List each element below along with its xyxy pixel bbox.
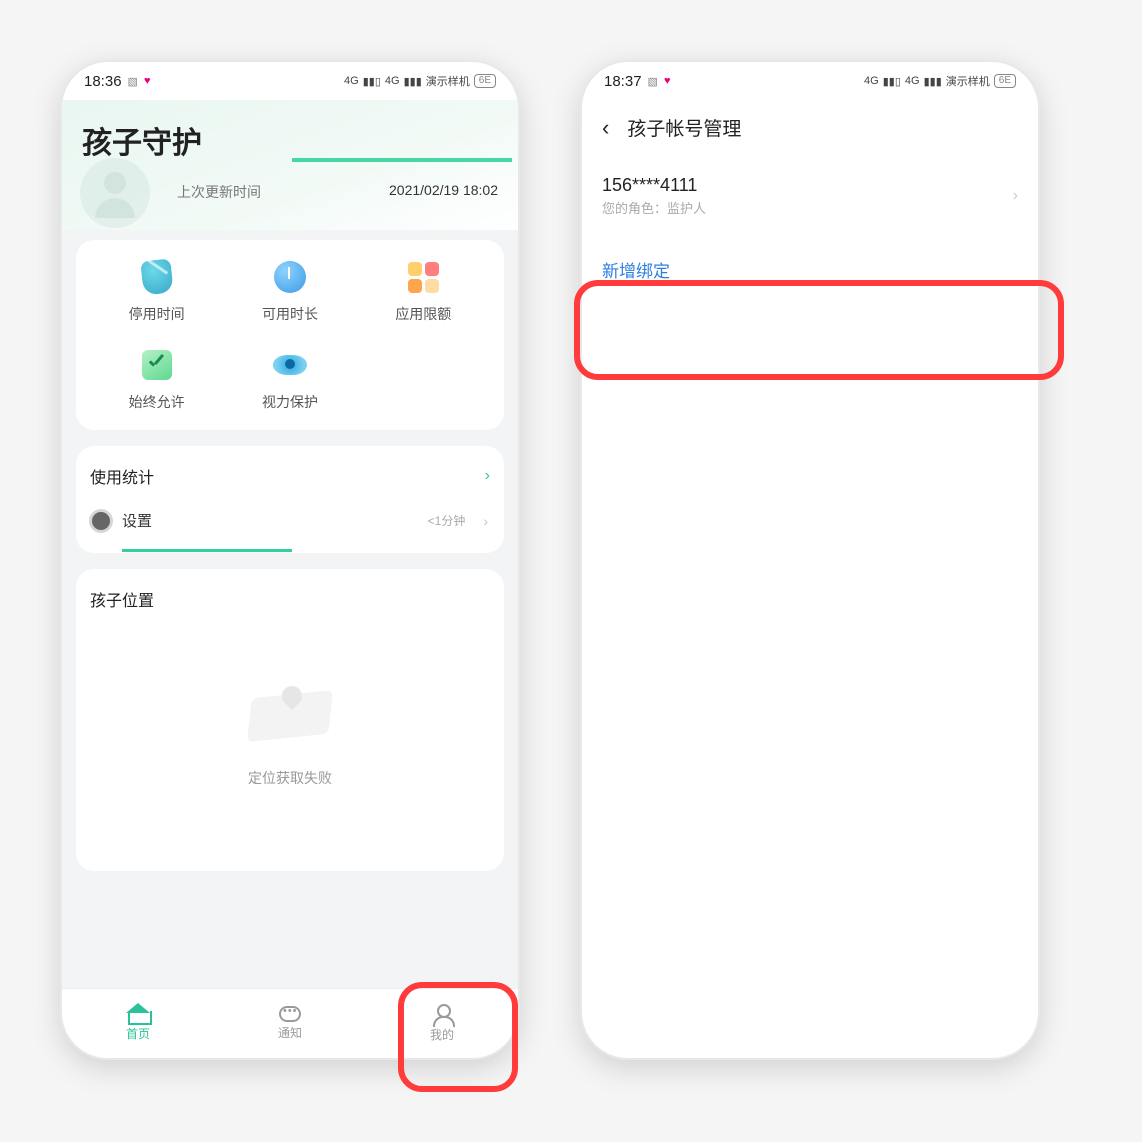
- last-update-label: 上次更新时间: [177, 182, 261, 202]
- nav-label: 通知: [278, 1024, 302, 1041]
- status-device: 演示样机: [426, 73, 470, 89]
- chevron-right-icon: ›: [485, 467, 490, 485]
- page-title: 孩子守护: [82, 118, 498, 162]
- feature-available-time[interactable]: 可用时长: [223, 258, 356, 324]
- battery-icon: 6E: [994, 74, 1016, 88]
- usage-title: 使用统计: [90, 464, 154, 488]
- feature-app-quota[interactable]: 应用限额: [357, 258, 490, 324]
- add-binding-button[interactable]: 新增绑定: [582, 227, 1038, 312]
- feature-downtime[interactable]: 停用时间: [90, 258, 223, 324]
- signal-bars-icon: ▮▮▯: [363, 75, 381, 88]
- status-bar: 18:37 ▧ ♥ 4G ▮▮▯ 4G ▮▮▮ 演示样机 6E: [582, 62, 1038, 100]
- heart-icon: ♥: [144, 75, 151, 87]
- home-icon: [128, 1005, 148, 1023]
- page-header: ‹ 孩子帐号管理: [582, 100, 1038, 171]
- feature-eye-protection[interactable]: 视力保护: [223, 346, 356, 412]
- battery-icon: 6E: [474, 74, 496, 88]
- nav-home[interactable]: 首页: [126, 1005, 150, 1042]
- header-area: 孩子守护 上次更新时间 2021/02/19 18:02: [62, 100, 518, 230]
- nav-label: 首页: [126, 1025, 150, 1042]
- chat-icon: [279, 1006, 301, 1022]
- usage-header[interactable]: 使用统计 ›: [90, 464, 490, 488]
- image-icon: ▧: [128, 75, 138, 88]
- bottom-nav: 首页 通知 我的: [62, 988, 518, 1058]
- last-update-time: 2021/02/19 18:02: [389, 182, 498, 202]
- map-pin-icon: [250, 694, 330, 754]
- avatar: [80, 158, 150, 228]
- feature-label: 可用时长: [262, 304, 318, 324]
- signal-4g-icon-2: 4G: [385, 75, 400, 87]
- signal-bars-icon: ▮▮▯: [883, 75, 901, 88]
- feature-label: 停用时间: [129, 304, 185, 324]
- location-title: 孩子位置: [90, 587, 490, 611]
- usage-item-name: 设置: [122, 513, 152, 530]
- signal-bars-icon-2: ▮▮▮: [404, 75, 422, 88]
- heart-icon: ♥: [664, 75, 671, 87]
- nav-label: 我的: [430, 1026, 454, 1043]
- clock-icon: [274, 261, 306, 293]
- page-title: 孩子帐号管理: [627, 114, 741, 141]
- eye-icon: [273, 355, 307, 375]
- content-scroll[interactable]: 停用时间 可用时长 应用限额 始终允许 视力保护: [62, 230, 518, 988]
- phone-screen-account-manage: 18:37 ▧ ♥ 4G ▮▮▯ 4G ▮▮▮ 演示样机 6E ‹ 孩子帐号管理…: [580, 60, 1040, 1060]
- account-row[interactable]: 156****4111 您的角色：监护人 ›: [582, 171, 1038, 227]
- signal-4g-icon-2: 4G: [905, 75, 920, 87]
- feature-label: 应用限额: [395, 304, 451, 324]
- usage-row-settings[interactable]: 设置 <1分钟 ›: [90, 506, 490, 535]
- gear-icon: [92, 512, 110, 530]
- location-card: 孩子位置 定位获取失败: [76, 569, 504, 871]
- chevron-right-icon: ›: [1013, 187, 1018, 205]
- usage-progress-bar: [122, 549, 292, 552]
- status-bar: 18:36 ▧ ♥ 4G ▮▮▯ 4G ▮▮▮ 演示样机 6E: [62, 62, 518, 100]
- feature-always-allow[interactable]: 始终允许: [90, 346, 223, 412]
- nav-mine[interactable]: 我的: [430, 1004, 454, 1043]
- check-icon: [142, 350, 172, 380]
- status-time: 18:37: [604, 73, 642, 90]
- image-icon: ▧: [648, 75, 658, 88]
- shield-icon: [140, 259, 173, 296]
- signal-4g-icon: 4G: [344, 75, 359, 87]
- feature-label: 始终允许: [129, 392, 185, 412]
- status-time: 18:36: [84, 73, 122, 90]
- usage-card: 使用统计 › 设置 <1分钟 ›: [76, 446, 504, 553]
- nav-notifications[interactable]: 通知: [278, 1006, 302, 1041]
- person-icon: [433, 1004, 451, 1024]
- location-fail-text: 定位获取失败: [248, 768, 332, 788]
- status-device: 演示样机: [946, 73, 990, 89]
- grid-icon: [408, 262, 439, 293]
- feature-label: 视力保护: [262, 392, 318, 412]
- account-role: 您的角色：监护人: [602, 198, 706, 217]
- chevron-right-icon: ›: [483, 513, 488, 529]
- signal-4g-icon: 4G: [864, 75, 879, 87]
- account-phone: 156****4111: [602, 175, 706, 196]
- phone-screen-home: 18:36 ▧ ♥ 4G ▮▮▯ 4G ▮▮▮ 演示样机 6E 孩子守护 上次更…: [60, 60, 520, 1060]
- accent-line: [292, 158, 512, 162]
- back-button[interactable]: ‹: [602, 115, 609, 141]
- signal-bars-icon-2: ▮▮▮: [924, 75, 942, 88]
- usage-duration: <1分钟: [428, 512, 466, 529]
- features-card: 停用时间 可用时长 应用限额 始终允许 视力保护: [76, 240, 504, 430]
